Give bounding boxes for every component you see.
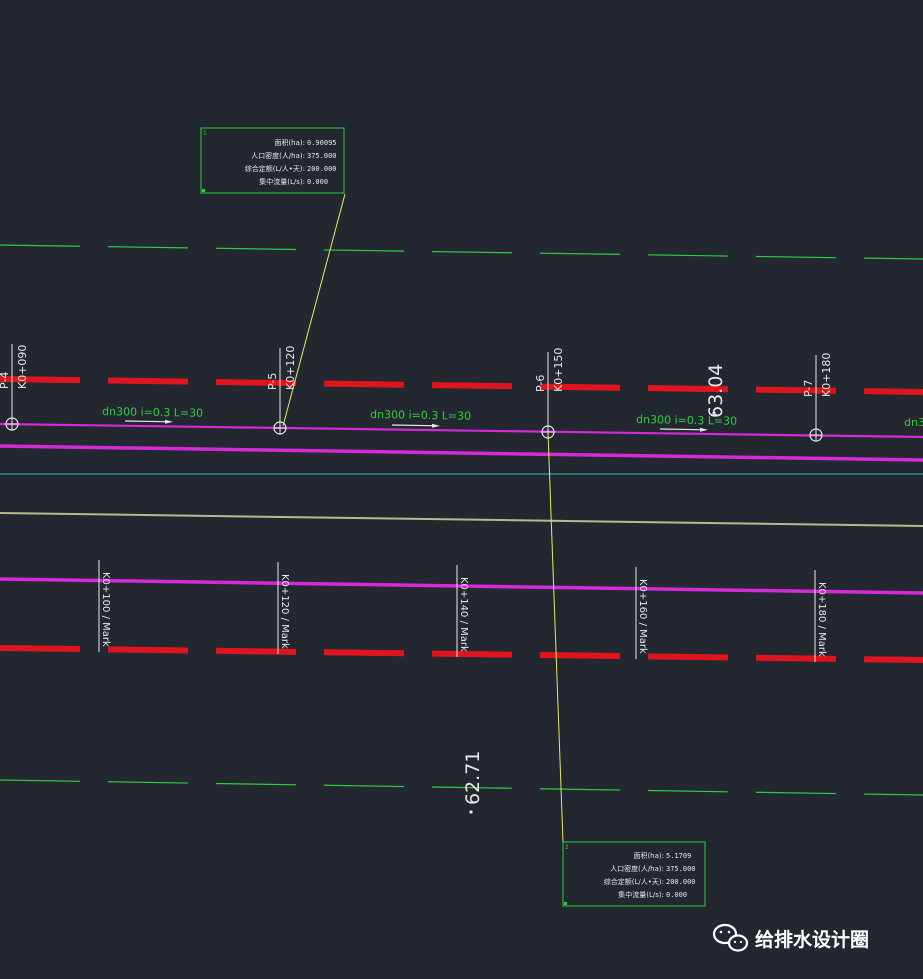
station-mark: K0+120 / Mark: [277, 562, 290, 654]
info-box-number: 1: [203, 130, 207, 137]
manhole-id: P-7: [802, 380, 815, 397]
manhole-station: K0+090: [16, 345, 29, 389]
info-label: 人口密度(人/ha):: [610, 864, 664, 873]
pipe-spec-text: dn300 i=0.3 L=30: [370, 408, 471, 423]
info-value: 0.000: [666, 891, 687, 899]
station-mark-label: K0+140 / Mark: [458, 577, 469, 652]
info-label: 综合定额(L/人•天):: [604, 877, 664, 886]
pipe-label: dn3: [904, 416, 923, 429]
station-mark: K0+140 / Mark: [456, 565, 469, 657]
info-value: 5.1709: [666, 852, 691, 860]
pipe-spec-text: dn300 i=0.3 L=30: [102, 405, 203, 420]
info-label: 面积(ha):: [633, 851, 664, 860]
info-label: 综合定额(L/人•天):: [245, 164, 305, 173]
info-label: 集中流量(L/s):: [618, 890, 664, 899]
elevation-point: 63.04: [705, 364, 727, 418]
grip-icon: [202, 189, 205, 192]
station-mark: K0+160 / Mark: [635, 567, 648, 659]
manhole-id: P-6: [534, 375, 547, 392]
watermark-text: 给排水设计圈: [755, 928, 869, 951]
info-value: 200.000: [666, 878, 696, 886]
info-label: 集中流量(L/s):: [259, 177, 305, 186]
info-value: 0.000: [307, 178, 328, 186]
elevation-value: 62.71: [462, 751, 484, 805]
elevation-dot-icon: [469, 810, 473, 814]
info-value: 375.000: [666, 865, 696, 873]
pipe-spec-text: dn3: [904, 416, 923, 429]
info-value: 375.000: [307, 152, 337, 160]
drawing-background: [0, 0, 923, 979]
grip-icon: [564, 902, 567, 905]
elevation-value: 63.04: [705, 364, 727, 418]
info-box-number: 2: [565, 844, 569, 851]
manhole-id: P-4: [0, 372, 11, 389]
info-label: 面积(ha):: [274, 138, 305, 147]
info-label: 人口密度(人/ha):: [251, 151, 305, 160]
station-mark-label: K0+120 / Mark: [279, 574, 290, 649]
station-mark-label: K0+180 / Mark: [816, 582, 827, 657]
info-value: 0.90095: [307, 139, 337, 147]
manhole-id: P-5: [266, 373, 279, 390]
manhole-station: K0+120: [284, 346, 297, 390]
station-mark: K0+180 / Mark: [814, 570, 827, 662]
station-mark-label: K0+160 / Mark: [637, 579, 648, 654]
manhole-station: K0+180: [820, 353, 833, 397]
cad-drawing-canvas[interactable]: P-4 K0+090 P-5 K0+120 P-6 K0+150 P-7 K0+…: [0, 0, 923, 979]
station-mark: K0+100 / Mark: [98, 560, 111, 652]
station-mark-label: K0+100 / Mark: [100, 572, 111, 647]
elevation-point: 62.71: [462, 751, 484, 814]
manhole-station: K0+150: [552, 348, 565, 392]
info-value: 200.000: [307, 165, 337, 173]
